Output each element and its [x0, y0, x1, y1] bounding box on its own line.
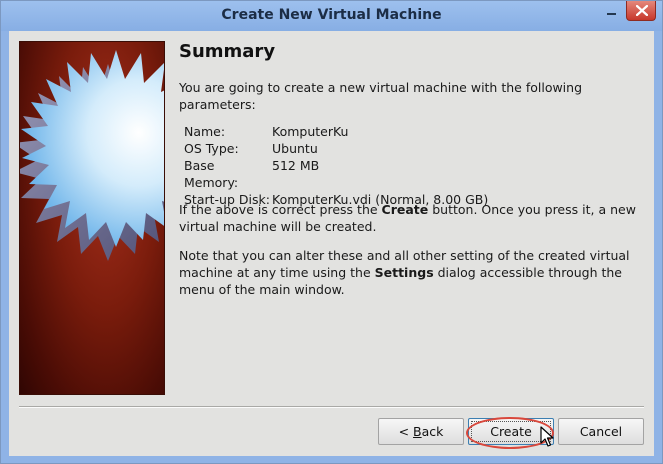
param-label: Base Memory:	[184, 158, 239, 190]
dialog-window: Create New Virtual Machine Summary You a…	[0, 0, 663, 464]
param-value: Ubuntu	[272, 141, 318, 156]
starburst-logo-icon	[20, 50, 164, 261]
param-label: OS Type:	[184, 141, 239, 156]
wizard-banner	[19, 41, 165, 395]
mouse-pointer-icon	[540, 426, 554, 447]
close-icon	[636, 5, 648, 16]
param-row-name: Name: KomputerKu	[184, 123, 488, 140]
cancel-button[interactable]: Cancel	[558, 418, 644, 445]
intro-text: You are going to create a new virtual ma…	[179, 80, 583, 112]
button-divider	[19, 406, 644, 408]
confirm-text-start: If the above is correct press the	[179, 202, 382, 217]
back-rest: ack	[421, 424, 444, 439]
create-focus-ring: Create	[471, 421, 551, 442]
confirm-create-keyword: Create	[381, 202, 429, 217]
parameters-list: Name: KomputerKu OS Type: Ubuntu Base Me…	[184, 123, 488, 208]
note-settings-keyword: Settings	[374, 265, 434, 280]
back-button[interactable]: < Back	[378, 418, 464, 445]
param-value: 512 MB	[272, 158, 320, 173]
close-button[interactable]	[626, 1, 656, 21]
back-button-label: < Back	[379, 419, 463, 444]
dialog-content: Summary You are going to create a new vi…	[9, 31, 654, 456]
param-value: KomputerKu	[272, 124, 349, 139]
param-label: Name:	[184, 124, 226, 139]
title-bar[interactable]: Create New Virtual Machine	[1, 1, 662, 31]
create-button-label: Create	[490, 424, 532, 439]
back-mnemonic: B	[413, 424, 422, 439]
page-title: Summary	[179, 41, 276, 62]
param-row-base-memory: Base Memory: 512 MB	[184, 157, 488, 191]
minimize-button[interactable]	[598, 1, 625, 21]
window-title: Create New Virtual Machine	[221, 7, 442, 23]
minimize-icon	[607, 13, 616, 15]
note-text: Note that you can alter these and all ot…	[179, 247, 639, 298]
cancel-button-label: Cancel	[579, 424, 623, 439]
param-row-os-type: OS Type: Ubuntu	[184, 140, 488, 157]
confirm-text: If the above is correct press the Create…	[179, 201, 639, 235]
back-prefix: <	[398, 424, 414, 439]
